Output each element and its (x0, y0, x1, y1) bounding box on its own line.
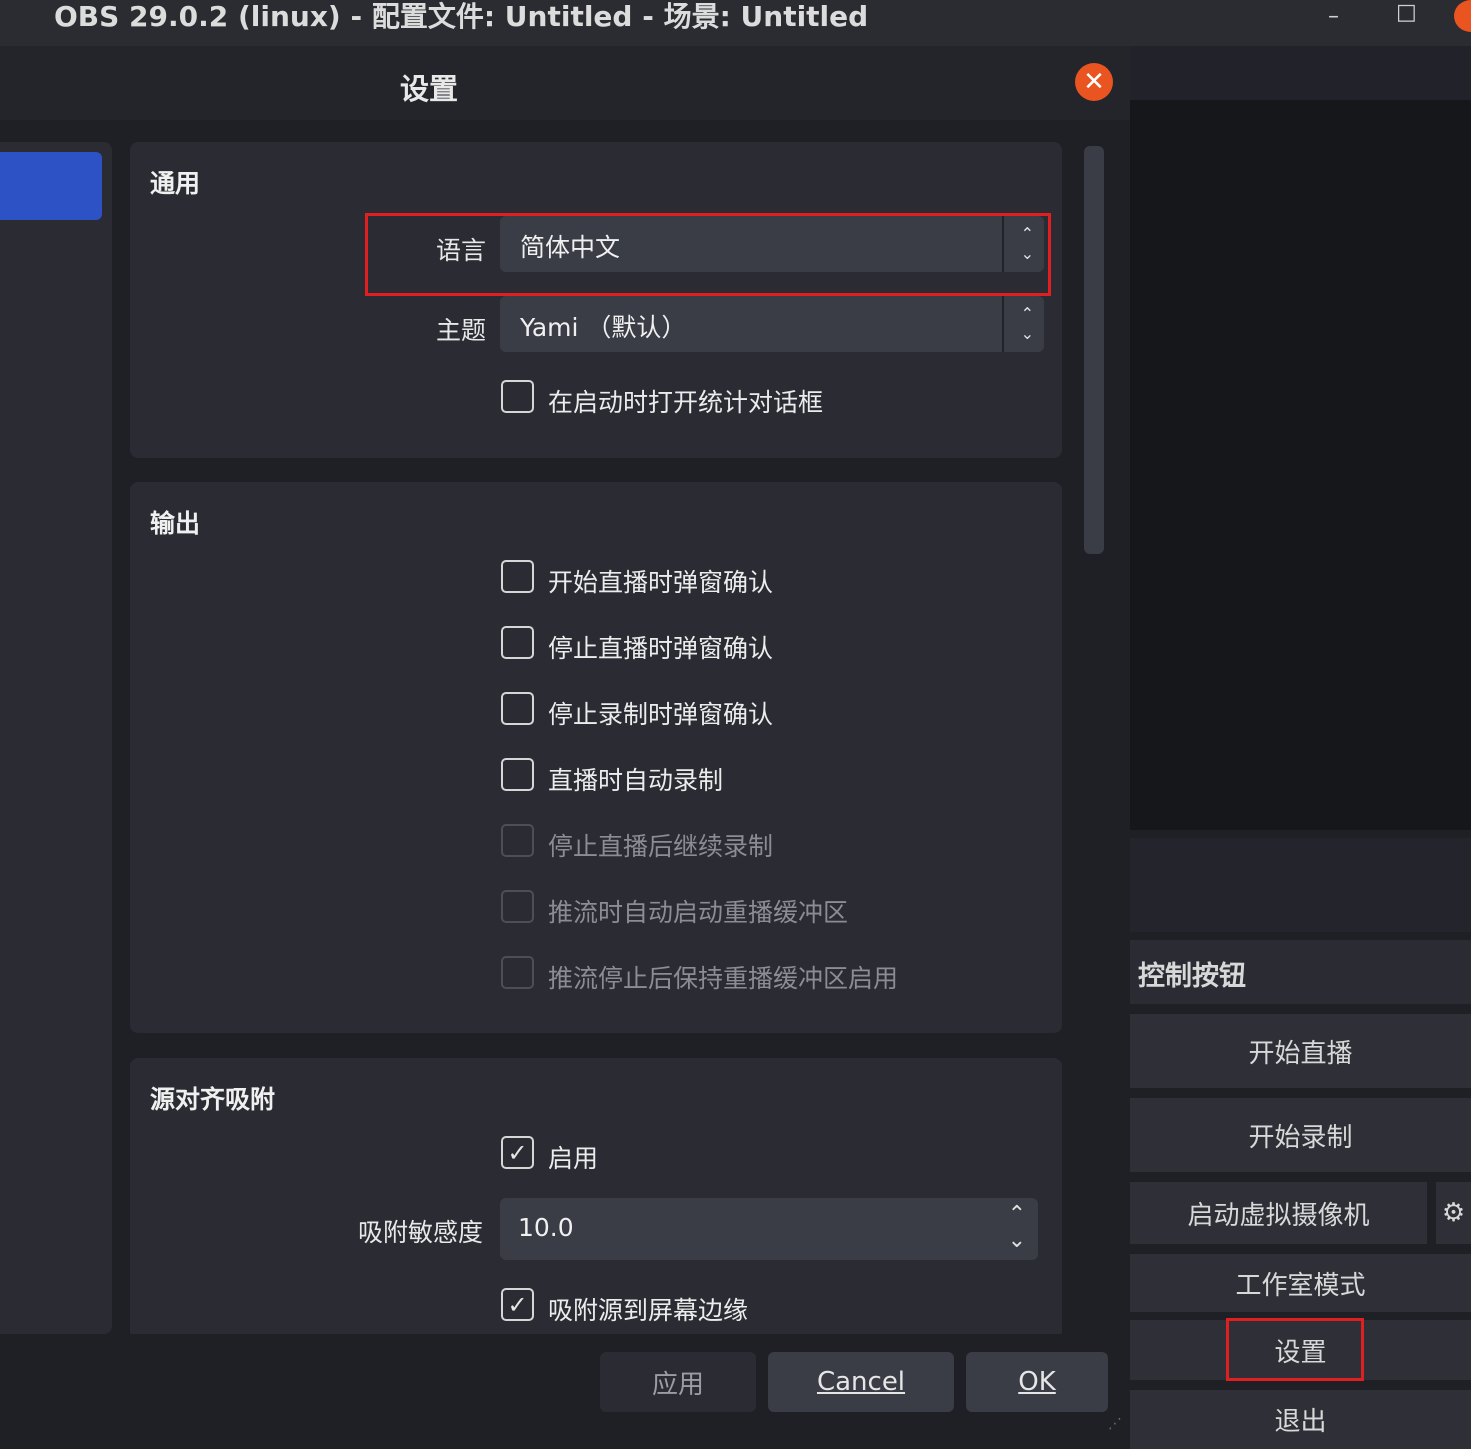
confirm-start-stream-label: 开始直播时弹窗确认 (548, 568, 774, 597)
dock-area (1130, 838, 1471, 932)
settings-button-highlight (1226, 1318, 1364, 1381)
auto-record-label: 直播时自动录制 (548, 766, 724, 795)
snap-sensitivity-value: 10.0 (518, 1213, 574, 1242)
preview-header (1130, 46, 1471, 100)
snap-sensitivity-spinbox[interactable]: 10.0 ⌃ ⌄ (500, 1198, 1038, 1260)
confirm-start-stream-checkbox[interactable] (501, 560, 534, 593)
snap-screen-edges-label: 吸附源到屏幕边缘 (548, 1296, 749, 1325)
auto-replay-buffer-label: 推流时自动启动重播缓冲区 (548, 898, 849, 927)
keep-replay-buffer-label: 推流停止后保持重播缓冲区启用 (548, 964, 899, 993)
up-down-arrow-icon: ⌃ ⌄ (1020, 304, 1034, 343)
settings-sidebar (0, 142, 112, 1334)
settings-scrollbar[interactable] (1084, 146, 1104, 554)
exit-button[interactable]: 退出 (1130, 1390, 1471, 1449)
theme-label: 主题 (436, 316, 487, 345)
theme-select-value: Yami （默认） (520, 313, 687, 342)
settings-dialog-title: 设置 (400, 72, 459, 106)
theme-select[interactable]: Yami （默认） ⌃ ⌄ (500, 296, 1044, 352)
start-virtual-camera-button[interactable]: 启动虚拟摄像机 (1130, 1182, 1427, 1244)
window-close-button[interactable] (1454, 0, 1471, 32)
confirm-stop-stream-checkbox[interactable] (501, 626, 534, 659)
window-title: OBS 29.0.2 (linux) - 配置文件: Untitled - 场景… (54, 0, 869, 33)
start-streaming-button[interactable]: 开始直播 (1130, 1014, 1471, 1088)
controls-dock-title: 控制按钮 (1138, 961, 1246, 992)
apply-button[interactable]: 应用 (600, 1352, 756, 1412)
snapping-enable-label: 启用 (548, 1144, 599, 1173)
confirm-stop-record-checkbox[interactable] (501, 692, 534, 725)
dialog-footer (0, 1334, 1130, 1449)
studio-mode-button[interactable]: 工作室模式 (1130, 1254, 1471, 1312)
keep-recording-checkbox (501, 824, 534, 857)
ok-button[interactable]: OK (966, 1352, 1108, 1412)
language-highlight (365, 213, 1051, 296)
preview-area (1130, 100, 1471, 830)
virtual-camera-gear-icon[interactable]: ⚙ (1436, 1182, 1471, 1244)
keep-replay-buffer-checkbox (501, 956, 534, 989)
start-recording-button[interactable]: 开始录制 (1130, 1098, 1471, 1172)
sidebar-item-general-selected[interactable] (0, 152, 102, 220)
snap-sensitivity-label: 吸附敏感度 (358, 1218, 484, 1247)
keep-recording-label: 停止直播后继续录制 (548, 832, 774, 861)
snapping-enable-checkbox[interactable]: ✓ (501, 1136, 534, 1169)
snapping-group-title: 源对齐吸附 (150, 1085, 276, 1114)
open-stats-checkbox[interactable] (501, 380, 534, 413)
output-group-title: 输出 (150, 509, 201, 538)
window-titlebar: OBS 29.0.2 (linux) - 配置文件: Untitled - 场景… (0, 0, 1471, 46)
snap-screen-edges-checkbox[interactable]: ✓ (501, 1288, 534, 1321)
cancel-button[interactable]: Cancel (768, 1352, 954, 1412)
general-group-title: 通用 (150, 169, 201, 198)
resize-grip-icon[interactable]: ⋰ (1108, 1416, 1128, 1436)
auto-replay-buffer-checkbox (501, 890, 534, 923)
combo-separator (1002, 296, 1004, 352)
auto-record-checkbox[interactable] (501, 758, 534, 791)
controls-dock-header: 控制按钮 (1130, 940, 1471, 1004)
spin-arrows-icon[interactable]: ⌃ ⌄ (1008, 1202, 1026, 1254)
maximize-button[interactable]: □ (1396, 0, 1417, 25)
settings-dialog-titlebar: 设置 (0, 46, 1130, 120)
dialog-close-icon[interactable]: ✕ (1075, 63, 1113, 101)
confirm-stop-stream-label: 停止直播时弹窗确认 (548, 634, 774, 663)
confirm-stop-record-label: 停止录制时弹窗确认 (548, 700, 774, 729)
minimize-button[interactable]: – (1328, 4, 1339, 29)
open-stats-label: 在启动时打开统计对话框 (548, 388, 824, 417)
